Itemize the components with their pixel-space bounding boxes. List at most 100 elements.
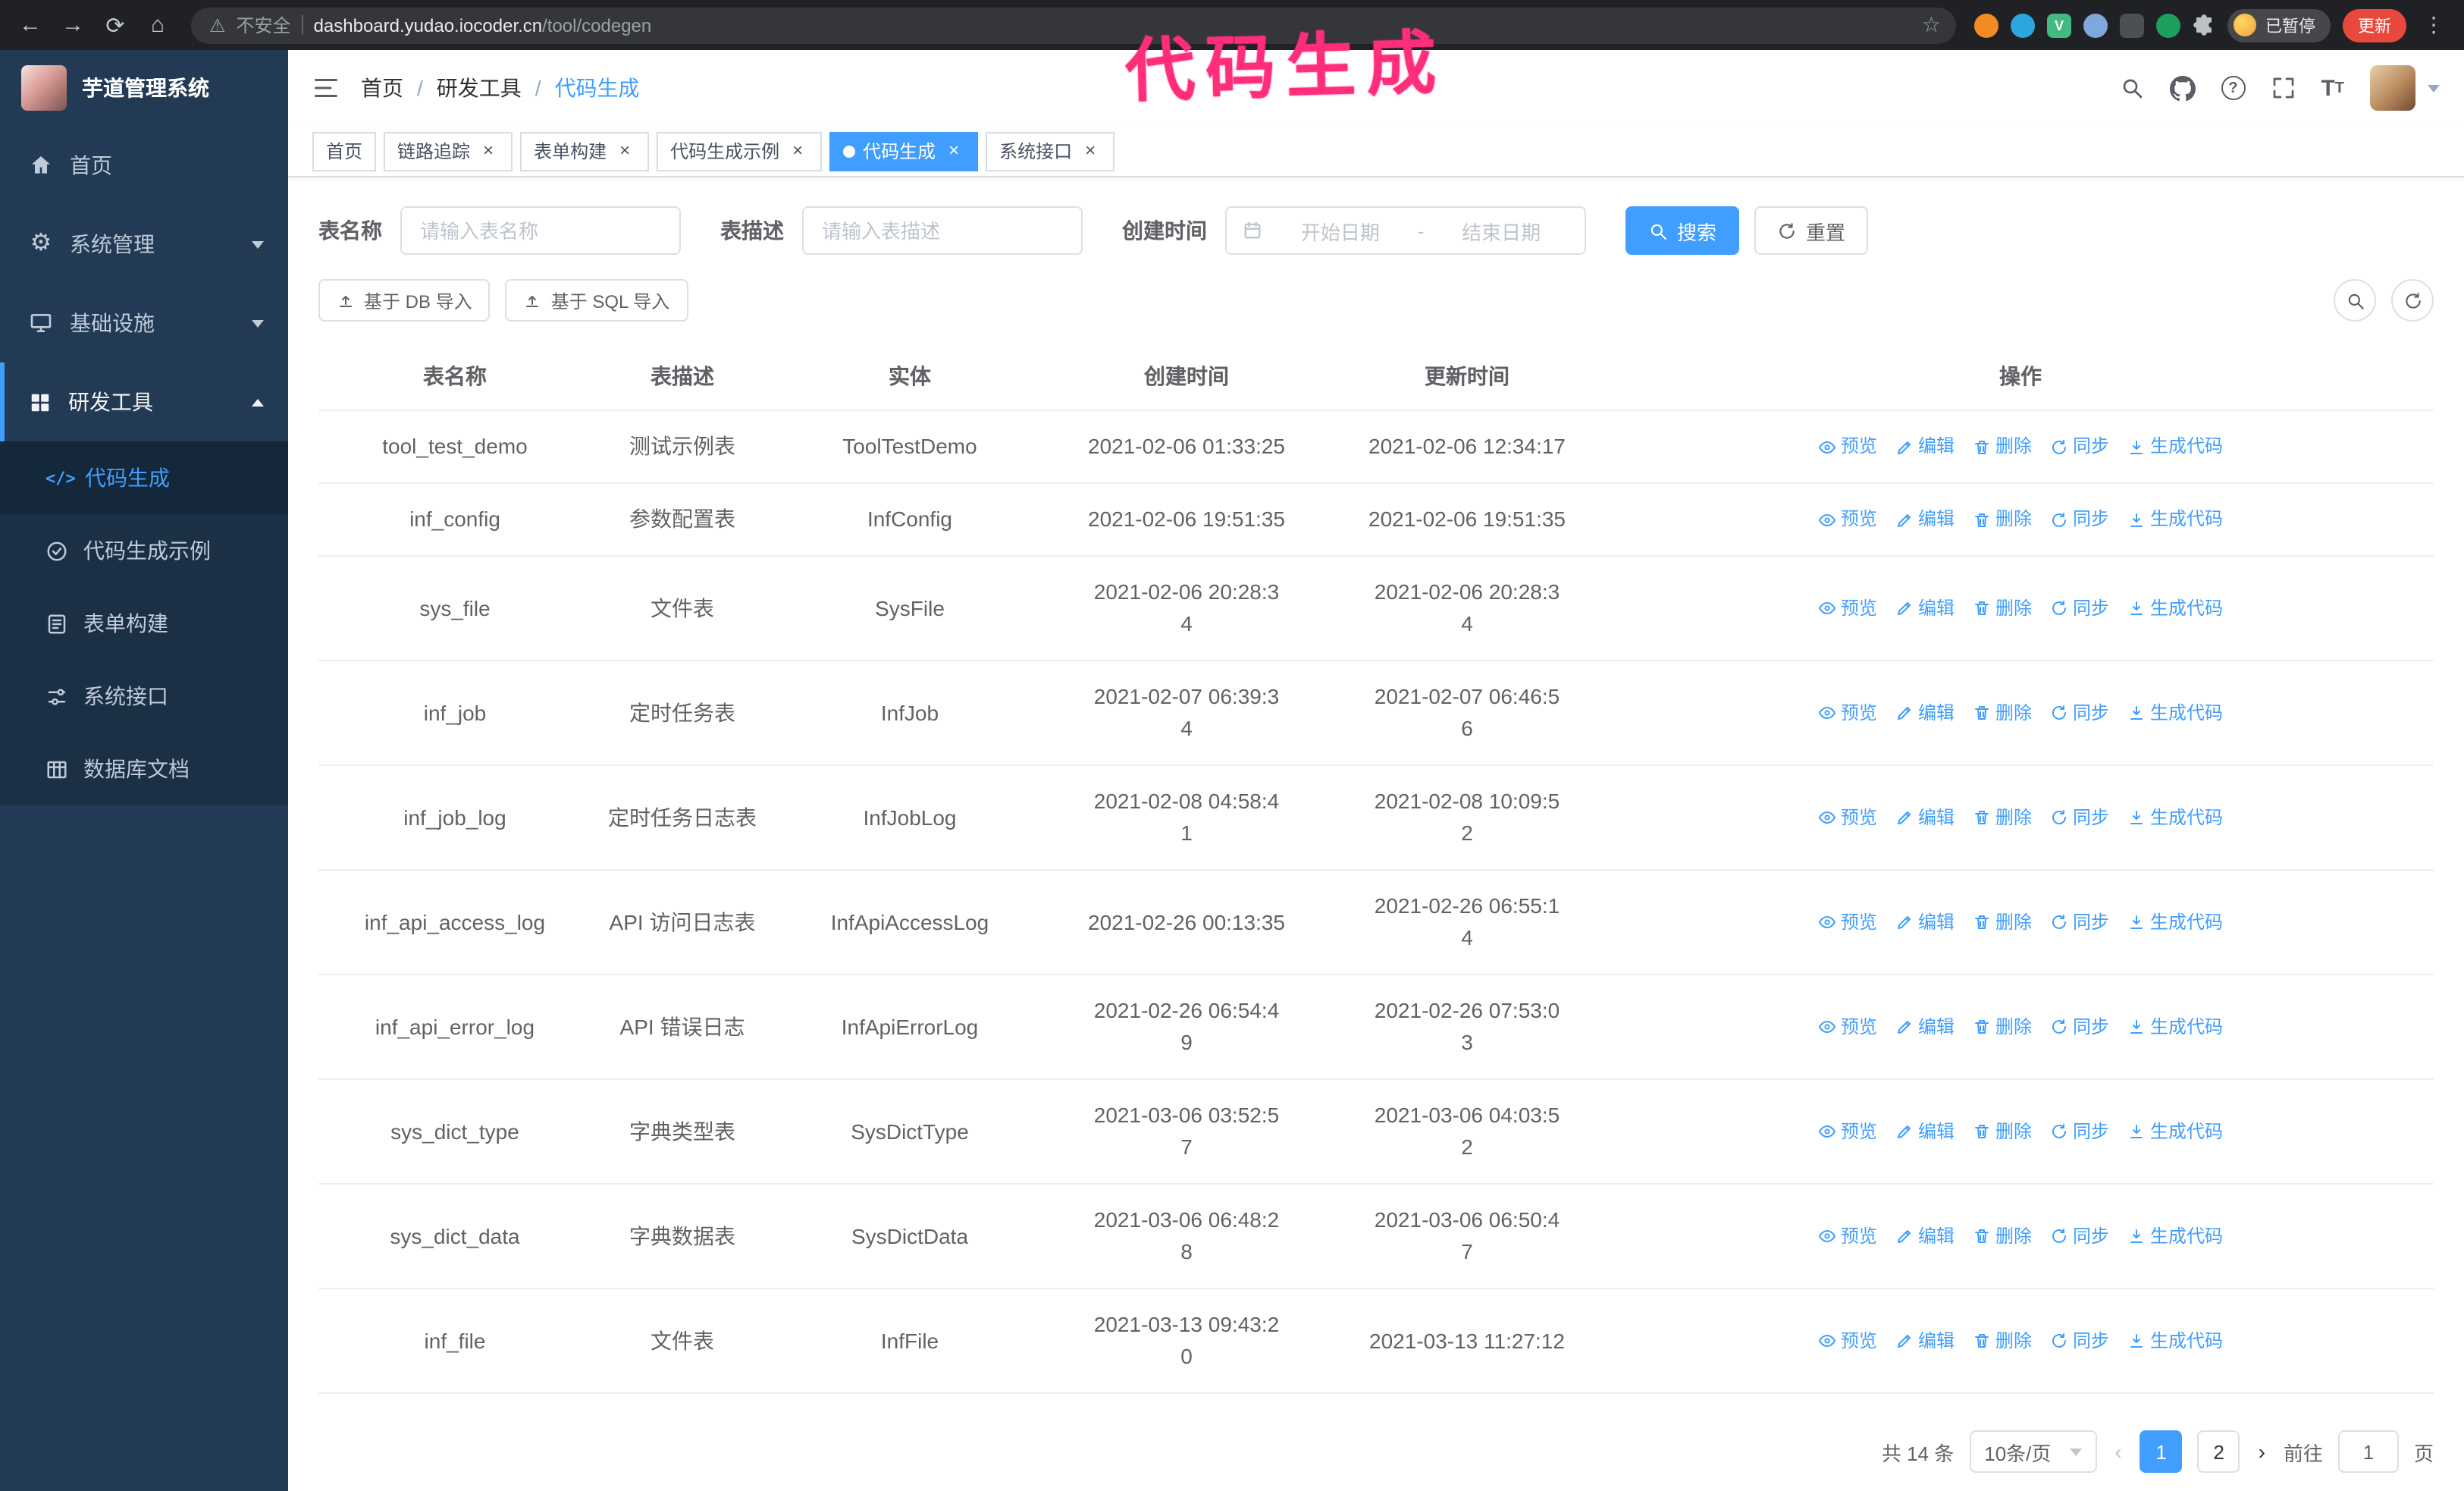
security-label[interactable]: 不安全: [237, 12, 291, 38]
extension-leaf-icon[interactable]: [2156, 13, 2180, 37]
view-tab[interactable]: 首页: [312, 131, 377, 171]
hamburger-icon[interactable]: [312, 74, 340, 102]
app-logo[interactable]: 芋道管理系统: [0, 50, 288, 126]
tab-close-icon[interactable]: ×: [943, 140, 964, 162]
date-end-placeholder[interactable]: 结束日期: [1433, 216, 1569, 245]
page-goto-input[interactable]: [2337, 1430, 2399, 1473]
sync-link[interactable]: 同步: [2050, 906, 2109, 938]
update-button[interactable]: 更新: [2343, 8, 2406, 42]
user-avatar[interactable]: [2370, 65, 2415, 111]
import-sql-button[interactable]: 基于 SQL 导入: [505, 279, 688, 322]
prev-page-button[interactable]: ‹: [2111, 1439, 2124, 1464]
preview-link[interactable]: 预览: [1818, 504, 1877, 535]
delete-link[interactable]: 删除: [1973, 504, 2032, 535]
edit-link[interactable]: 编辑: [1895, 1325, 1955, 1357]
edit-link[interactable]: 编辑: [1895, 802, 1955, 833]
view-tab[interactable]: 代码生成示例 ×: [657, 131, 823, 171]
help-icon[interactable]: ?: [2221, 76, 2246, 100]
sidebar-item-codegen-example[interactable]: 代码生成示例: [0, 514, 288, 587]
tab-close-icon[interactable]: ×: [478, 140, 499, 162]
bookmark-star-icon[interactable]: ☆: [1916, 12, 1947, 38]
sync-link[interactable]: 同步: [2050, 592, 2109, 624]
delete-link[interactable]: 删除: [1973, 802, 2032, 833]
date-start-placeholder[interactable]: 开始日期: [1272, 216, 1409, 245]
extension-vue-icon[interactable]: V: [2047, 13, 2071, 37]
extensions-puzzle-icon[interactable]: [2193, 14, 2215, 36]
fullscreen-icon[interactable]: [2271, 76, 2295, 100]
extension-drop-icon[interactable]: [2011, 13, 2035, 37]
next-page-button[interactable]: ›: [2256, 1439, 2268, 1464]
edit-link[interactable]: 编辑: [1895, 592, 1955, 624]
search-icon[interactable]: [2119, 76, 2143, 100]
generate-code-link[interactable]: 生成代码: [2127, 1011, 2223, 1043]
edit-link[interactable]: 编辑: [1895, 504, 1955, 535]
generate-code-link[interactable]: 生成代码: [2127, 1325, 2223, 1357]
reset-button[interactable]: 重置: [1754, 206, 1869, 255]
search-button[interactable]: 搜索: [1625, 206, 1740, 255]
sidebar-item-system[interactable]: ⚙ 系统管理: [0, 205, 288, 284]
home-nav-icon[interactable]: ⌂: [143, 12, 173, 38]
browser-menu-kebab-icon[interactable]: ⋮: [2419, 12, 2449, 38]
preview-link[interactable]: 预览: [1818, 906, 1877, 938]
sync-link[interactable]: 同步: [2050, 431, 2109, 463]
breadcrumb-home[interactable]: 首页: [361, 73, 403, 103]
extension-fox-icon[interactable]: [1974, 13, 1998, 37]
tab-close-icon[interactable]: ×: [1080, 140, 1101, 162]
delete-link[interactable]: 删除: [1973, 1220, 2032, 1252]
tab-close-icon[interactable]: ×: [614, 140, 635, 162]
preview-link[interactable]: 预览: [1818, 1011, 1877, 1043]
view-tab[interactable]: 链路追踪 ×: [384, 131, 513, 171]
page-size-select[interactable]: 10条/页: [1969, 1430, 2097, 1473]
sync-link[interactable]: 同步: [2050, 1325, 2109, 1357]
breadcrumb-devtools[interactable]: 研发工具: [437, 73, 522, 103]
chevron-down-icon[interactable]: [2428, 84, 2440, 92]
sync-link[interactable]: 同步: [2050, 697, 2109, 729]
import-db-button[interactable]: 基于 DB 导入: [318, 279, 491, 322]
view-tab[interactable]: 表单构建 ×: [520, 131, 650, 171]
view-tab[interactable]: 系统接口 ×: [986, 131, 1115, 171]
page-button-1[interactable]: 1: [2140, 1430, 2183, 1473]
generate-code-link[interactable]: 生成代码: [2127, 1116, 2223, 1147]
font-size-icon[interactable]: TT: [2321, 75, 2344, 101]
sidebar-item-api[interactable]: 系统接口: [0, 660, 288, 733]
preview-link[interactable]: 预览: [1818, 592, 1877, 624]
extension-wallet-icon[interactable]: [2120, 13, 2144, 37]
forward-icon[interactable]: →: [58, 12, 88, 38]
generate-code-link[interactable]: 生成代码: [2127, 592, 2223, 624]
sync-link[interactable]: 同步: [2050, 504, 2109, 535]
preview-link[interactable]: 预览: [1818, 1325, 1877, 1357]
generate-code-link[interactable]: 生成代码: [2127, 431, 2223, 463]
sync-link[interactable]: 同步: [2050, 1116, 2109, 1147]
profile-paused-chip[interactable]: 已暂停: [2227, 8, 2331, 42]
refresh-table-button[interactable]: [2391, 279, 2434, 322]
preview-link[interactable]: 预览: [1818, 1220, 1877, 1252]
tab-close-icon[interactable]: ×: [787, 140, 808, 162]
sync-link[interactable]: 同步: [2050, 1220, 2109, 1252]
sync-link[interactable]: 同步: [2050, 1011, 2109, 1043]
delete-link[interactable]: 删除: [1973, 1116, 2032, 1147]
edit-link[interactable]: 编辑: [1895, 906, 1955, 938]
edit-link[interactable]: 编辑: [1895, 1116, 1955, 1147]
generate-code-link[interactable]: 生成代码: [2127, 504, 2223, 535]
toggle-search-button[interactable]: [2334, 279, 2376, 322]
sync-link[interactable]: 同步: [2050, 802, 2109, 833]
generate-code-link[interactable]: 生成代码: [2127, 697, 2223, 729]
sidebar-item-form-builder[interactable]: 表单构建: [0, 587, 288, 660]
edit-link[interactable]: 编辑: [1895, 1220, 1955, 1252]
extension-users-icon[interactable]: [2083, 13, 2108, 37]
edit-link[interactable]: 编辑: [1895, 1011, 1955, 1043]
back-icon[interactable]: ←: [15, 12, 45, 38]
sidebar-item-home[interactable]: 首页: [0, 126, 288, 205]
sidebar-item-db-doc[interactable]: 数据库文档: [0, 733, 288, 805]
sidebar-item-devtools[interactable]: 研发工具: [0, 363, 288, 441]
delete-link[interactable]: 删除: [1973, 1011, 2032, 1043]
view-tab[interactable]: 代码生成 ×: [829, 131, 979, 171]
page-button-2[interactable]: 2: [2197, 1430, 2240, 1473]
generate-code-link[interactable]: 生成代码: [2127, 906, 2223, 938]
preview-link[interactable]: 预览: [1818, 1116, 1877, 1147]
table-desc-input[interactable]: [802, 206, 1083, 255]
delete-link[interactable]: 删除: [1973, 697, 2032, 729]
sidebar-item-codegen[interactable]: </> 代码生成: [0, 441, 288, 514]
generate-code-link[interactable]: 生成代码: [2127, 1220, 2223, 1252]
delete-link[interactable]: 删除: [1973, 431, 2032, 463]
